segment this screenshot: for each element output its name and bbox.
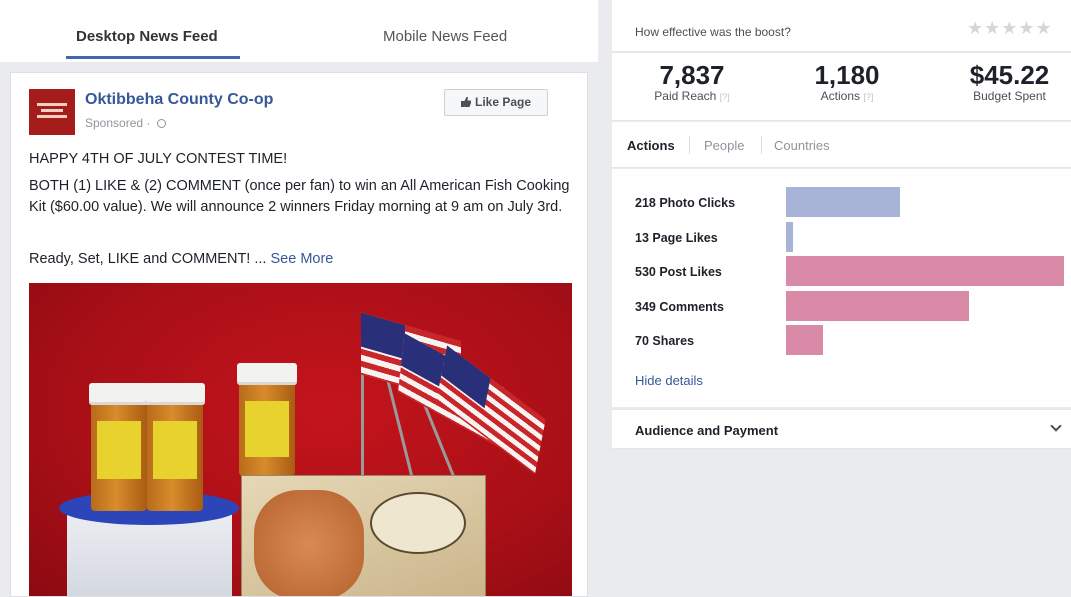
hide-details-link[interactable]: Hide details [635, 373, 703, 388]
tab-separator [689, 136, 690, 154]
post-headline: HAPPY 4TH OF JULY CONTEST TIME! [29, 151, 288, 167]
boost-rating: How effective was the boost? ★★★★★ [612, 0, 1071, 52]
active-tab-indicator [66, 56, 240, 59]
action-row: 13 Page Likes [612, 204, 1071, 252]
post-cta-text: Ready, Set, LIKE and COMMENT! ... [29, 251, 267, 267]
actions-metric: 1,180 Actions [?] [797, 61, 897, 104]
tab-mobile-news-feed[interactable]: Mobile News Feed [383, 28, 507, 45]
star-rating-icon[interactable]: ★★★★★ [967, 18, 1053, 39]
tab-countries[interactable]: Countries [774, 138, 830, 153]
action-row-label: 70 Shares [635, 334, 695, 348]
post-body: BOTH (1) LIKE & (2) COMMENT (once per fa… [29, 178, 570, 215]
rating-question: How effective was the boost? [635, 25, 791, 39]
budget-label: Budget Spent [973, 89, 1046, 103]
boost-results-panel: How effective was the boost? ★★★★★ 7,837… [612, 0, 1071, 597]
tab-people[interactable]: People [704, 138, 744, 153]
paid-reach-value: 7,837 [659, 60, 725, 90]
page-name-link[interactable]: Oktibbeha County Co-op [85, 91, 273, 109]
action-row: 218 Photo Clicks [612, 169, 1071, 217]
like-page-label: Like Page [474, 95, 532, 109]
tab-desktop-news-feed[interactable]: Desktop News Feed [76, 28, 218, 45]
paid-reach-label: Paid Reach [?] [654, 89, 730, 103]
fried-fish-picture [254, 490, 364, 596]
tab-separator [761, 136, 762, 154]
actions-label: Actions [?] [820, 89, 874, 103]
thumbs-up-icon [460, 97, 471, 107]
sponsored-label: Sponsored · [85, 116, 166, 130]
globe-icon [156, 119, 166, 128]
tab-actions[interactable]: Actions [627, 138, 675, 153]
post-photo[interactable] [29, 283, 572, 596]
seasoning-jar [145, 383, 205, 511]
help-icon[interactable]: [?] [863, 92, 873, 102]
chevron-down-icon [1050, 420, 1062, 432]
ad-preview-panel: Desktop News Feed Mobile News Feed Oktib… [0, 0, 598, 597]
fish-product-box [241, 475, 486, 596]
budget-value: $45.22 [969, 60, 1050, 90]
panel-divider [598, 0, 612, 597]
sponsored-post: Oktibbeha County Co-op Sponsored · Like … [10, 72, 588, 597]
us-flag-icon [436, 345, 546, 475]
catfish-seal-logo [370, 492, 466, 554]
see-more-link[interactable]: See More [270, 251, 333, 267]
feed-tabs: Desktop News Feed Mobile News Feed [0, 0, 598, 62]
post-cta: Ready, Set, LIKE and COMMENT! ... See Mo… [29, 249, 574, 270]
like-page-button[interactable]: Like Page [444, 89, 548, 116]
audience-payment-label: Audience and Payment [635, 423, 779, 438]
budget-metric: $45.22 Budget Spent [957, 61, 1062, 103]
seasoning-jar [89, 383, 149, 511]
action-row: 349 Comments [612, 273, 1071, 321]
sponsored-text: Sponsored · [85, 116, 151, 130]
boost-metrics: 7,837 Paid Reach [?] 1,180 Actions [?] $… [612, 53, 1071, 121]
paid-reach-metric: 7,837 Paid Reach [?] [642, 61, 742, 104]
action-bar [786, 325, 823, 355]
help-icon[interactable]: [?] [720, 92, 730, 102]
actions-breakdown: 218 Photo Clicks 13 Page Likes 530 Post Li… [612, 169, 1071, 407]
seasoning-jar [237, 363, 297, 476]
audience-payment-section[interactable]: Audience and Payment [612, 409, 1071, 449]
results-tabs: Actions People Countries [612, 122, 1071, 168]
actions-value: 1,180 [814, 60, 880, 90]
action-row: 530 Post Likes [612, 238, 1071, 286]
action-row: 70 Shares [612, 307, 1071, 355]
page-avatar[interactable] [29, 89, 75, 135]
